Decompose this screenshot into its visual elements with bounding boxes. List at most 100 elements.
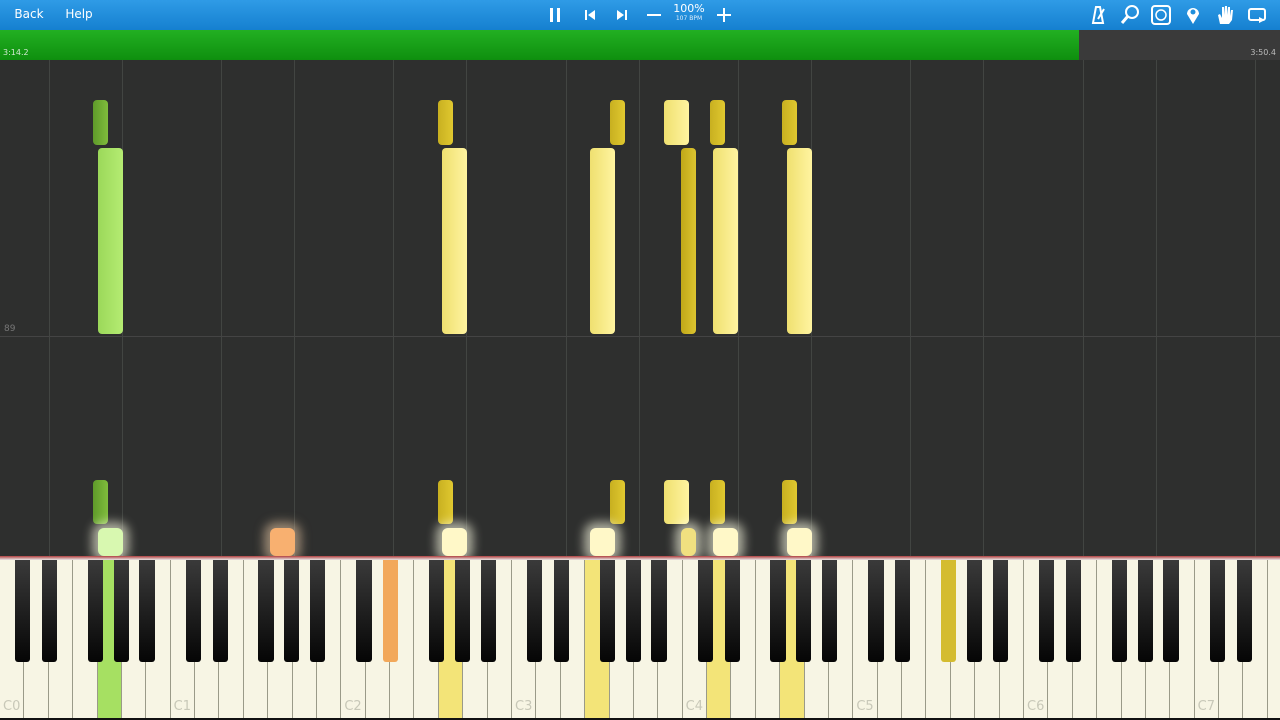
note-playing bbox=[590, 528, 615, 556]
note bbox=[610, 480, 625, 524]
black-key[interactable] bbox=[724, 560, 740, 662]
metronome-icon bbox=[1091, 6, 1105, 24]
hands-icon bbox=[1151, 5, 1171, 25]
grid-line bbox=[393, 60, 394, 556]
black-key[interactable] bbox=[992, 560, 1008, 662]
pause-button[interactable] bbox=[542, 2, 568, 28]
grid-line bbox=[983, 60, 984, 556]
note-playing bbox=[787, 528, 812, 556]
black-key[interactable] bbox=[822, 560, 838, 662]
black-key[interactable] bbox=[1065, 560, 1082, 662]
hand-button[interactable] bbox=[1213, 3, 1237, 27]
black-key[interactable] bbox=[1039, 560, 1055, 662]
white-key[interactable] bbox=[1267, 560, 1280, 718]
black-key[interactable] bbox=[212, 560, 228, 662]
progress-bar[interactable]: 3:14.2 3:50.4 bbox=[0, 30, 1280, 60]
black-key[interactable] bbox=[258, 560, 274, 662]
black-key[interactable] bbox=[599, 560, 615, 662]
progress-fill bbox=[0, 30, 1080, 60]
black-key[interactable] bbox=[895, 560, 911, 662]
octave-label: C3 bbox=[515, 699, 533, 714]
location-pin-icon bbox=[1187, 8, 1199, 24]
grid-line bbox=[221, 60, 222, 556]
note bbox=[93, 480, 108, 524]
note bbox=[681, 148, 696, 334]
black-key[interactable] bbox=[429, 560, 445, 662]
piano-roll: 89 bbox=[0, 60, 1280, 556]
skip-forward-button[interactable] bbox=[609, 2, 635, 28]
help-button[interactable]: Help bbox=[60, 3, 98, 26]
note bbox=[93, 100, 108, 145]
black-key[interactable] bbox=[1137, 560, 1153, 662]
grid-line bbox=[738, 60, 739, 556]
hands-button[interactable] bbox=[1149, 3, 1173, 27]
tempo-display: 100% 107 BPM bbox=[669, 2, 709, 23]
measure-number: 89 bbox=[4, 324, 16, 334]
tempo-bpm: 107 BPM bbox=[675, 15, 703, 22]
black-key[interactable] bbox=[966, 560, 983, 662]
black-key[interactable] bbox=[454, 560, 471, 662]
black-key[interactable] bbox=[139, 560, 155, 662]
loop-icon bbox=[1248, 8, 1266, 23]
skip-back-icon bbox=[585, 10, 595, 20]
note bbox=[782, 480, 797, 524]
black-key[interactable] bbox=[310, 560, 326, 662]
note bbox=[442, 148, 467, 334]
grid-line bbox=[910, 60, 911, 556]
black-key[interactable] bbox=[15, 560, 31, 662]
toolbar: Back Help 100% 107 BPM bbox=[0, 0, 1280, 30]
grid-line bbox=[1083, 60, 1084, 556]
black-key[interactable] bbox=[87, 560, 103, 662]
octave-label: C1 bbox=[173, 699, 192, 714]
note bbox=[438, 100, 453, 145]
black-key[interactable] bbox=[651, 560, 667, 662]
black-key[interactable] bbox=[383, 560, 399, 662]
black-key[interactable] bbox=[1209, 560, 1225, 662]
back-button[interactable]: Back bbox=[4, 3, 54, 26]
black-key[interactable] bbox=[553, 560, 570, 662]
hand-icon bbox=[1218, 6, 1233, 24]
grid-line bbox=[1255, 60, 1256, 556]
black-key[interactable] bbox=[284, 560, 300, 662]
black-key[interactable] bbox=[941, 560, 957, 662]
black-key[interactable] bbox=[796, 560, 812, 662]
black-key[interactable] bbox=[356, 560, 372, 662]
black-key[interactable] bbox=[868, 560, 884, 662]
octave-label: C4 bbox=[685, 699, 704, 714]
black-key[interactable] bbox=[480, 560, 496, 662]
loop-button[interactable] bbox=[1245, 3, 1269, 27]
octave-label: C2 bbox=[344, 699, 362, 714]
note bbox=[782, 100, 797, 145]
pause-icon bbox=[550, 8, 560, 22]
black-key[interactable] bbox=[527, 560, 543, 662]
black-key[interactable] bbox=[697, 560, 713, 662]
search-button[interactable] bbox=[1118, 3, 1142, 27]
metronome-button[interactable] bbox=[1086, 3, 1110, 27]
grid-line bbox=[1156, 60, 1157, 556]
location-button[interactable] bbox=[1181, 3, 1205, 27]
note-playing bbox=[270, 528, 295, 556]
note bbox=[787, 148, 812, 334]
search-icon bbox=[1120, 5, 1139, 24]
black-key[interactable] bbox=[1236, 560, 1252, 662]
note bbox=[664, 480, 689, 524]
black-key[interactable] bbox=[625, 560, 641, 662]
minus-icon bbox=[647, 14, 661, 16]
note bbox=[710, 100, 725, 145]
note bbox=[710, 480, 725, 524]
black-key[interactable] bbox=[185, 560, 201, 662]
skip-forward-icon bbox=[617, 10, 627, 20]
note bbox=[664, 100, 689, 145]
black-key[interactable] bbox=[41, 560, 58, 662]
piano-keyboard: C0 C1 C2 C3 C4 C5 C6 C7 bbox=[0, 560, 1280, 720]
plus-icon bbox=[717, 8, 731, 22]
grid-line bbox=[49, 60, 50, 556]
black-key[interactable] bbox=[1163, 560, 1179, 662]
speed-down-button[interactable] bbox=[641, 2, 667, 28]
speed-up-button[interactable] bbox=[711, 2, 737, 28]
skip-back-button[interactable] bbox=[577, 2, 603, 28]
black-key[interactable] bbox=[113, 560, 129, 662]
note-playing bbox=[681, 528, 696, 556]
black-key[interactable] bbox=[1111, 560, 1127, 662]
black-key[interactable] bbox=[770, 560, 786, 662]
